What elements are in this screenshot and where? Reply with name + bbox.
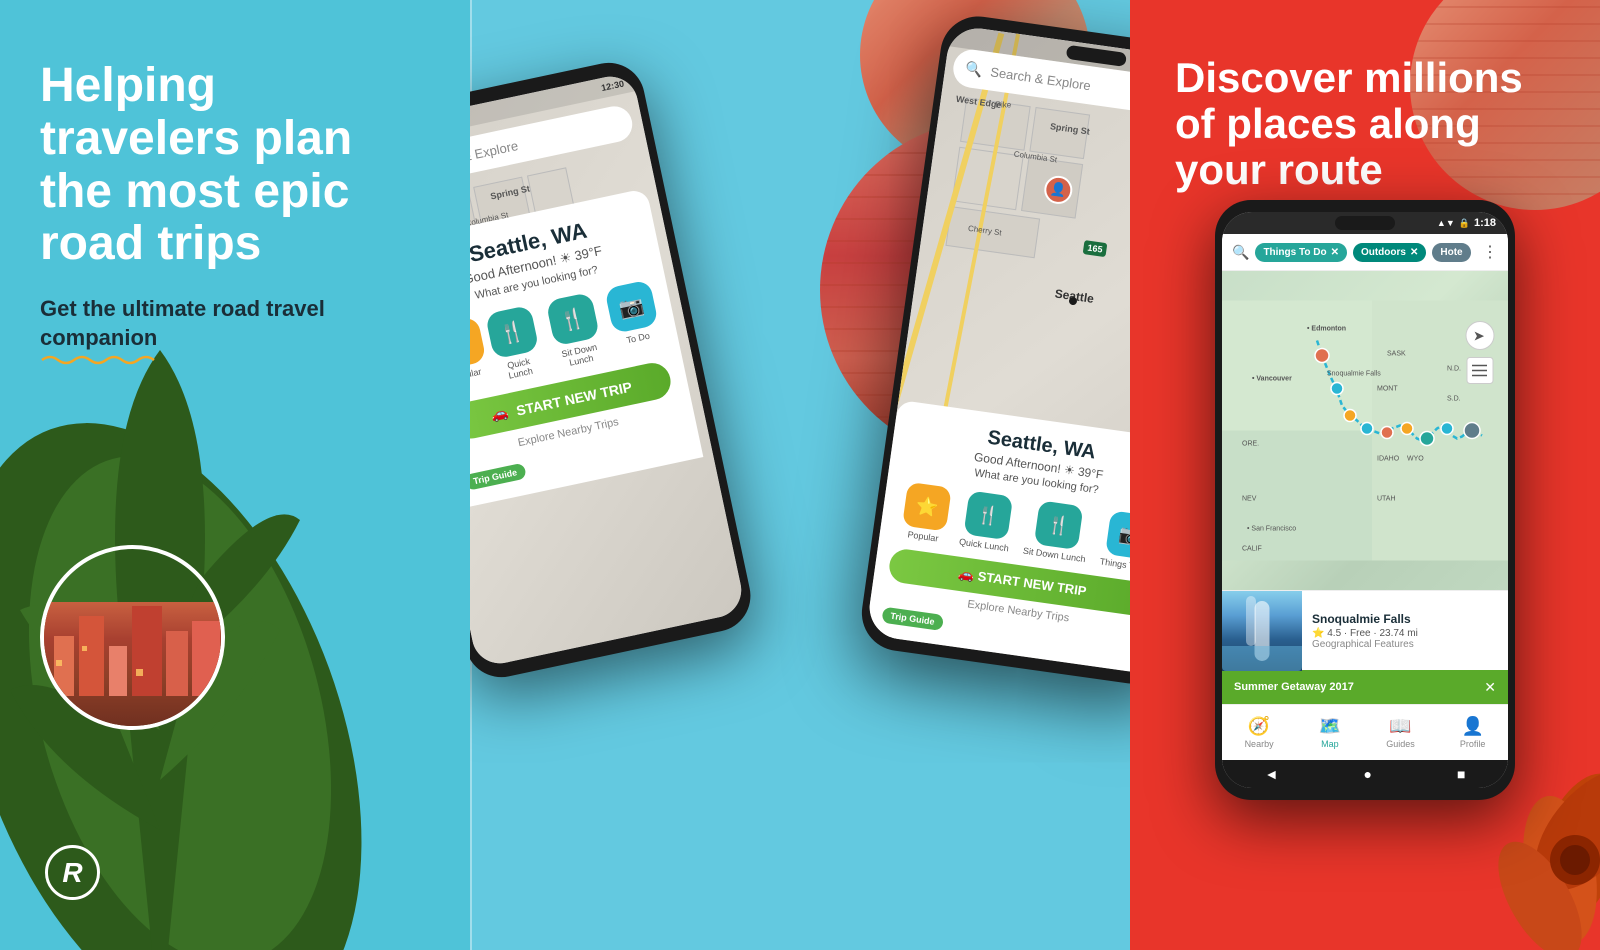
svg-text:CALIF: CALIF [1242, 546, 1262, 553]
back-button[interactable]: ◄ [1265, 766, 1279, 782]
waterfall-image [1222, 591, 1302, 671]
city-info-panel: Seattle, WA Good Afternoon! ☀ 39°F What … [470, 188, 703, 510]
place-rating: ⭐ 4.5 · Free · 23.74 mi [1312, 628, 1498, 639]
start-trip-label: START NEW TRIP [515, 378, 634, 418]
svg-text:• Vancouver: • Vancouver [1252, 376, 1292, 383]
filter-hotels[interactable]: Hote [1432, 243, 1470, 262]
recents-button[interactable]: ■ [1457, 766, 1465, 782]
bottom-nav: 🧭 Nearby 🗺️ Map 📖 Guides 👤 Profile [1222, 704, 1508, 760]
guides-label: Guides [1386, 739, 1415, 749]
squiggle-decoration-left [40, 352, 160, 368]
hotels-chip-label: Hote [1440, 247, 1462, 258]
sit-down-label: Sit Down Lunch [548, 339, 613, 372]
city-buildings-bg [44, 602, 221, 726]
right-text-block: Discover millions of places along your r… [1175, 55, 1555, 194]
sub-headline: Get the ultimate road travel companion [40, 295, 340, 352]
svg-text:S.D.: S.D. [1447, 396, 1461, 403]
svg-text:N.D.: N.D. [1447, 366, 1461, 373]
phone-right: ▲▼ 🔒 1:18 🔍 Things To Do ✕ Outdoors ✕ Ho… [1215, 200, 1515, 800]
svg-text:• San Francisco: • San Francisco [1247, 526, 1296, 533]
svg-text:ORE.: ORE. [1242, 441, 1259, 448]
middle-panel: Seattle Pike Columbia St Cherry St West … [470, 0, 1130, 950]
category-sit-down-lunch[interactable]: 🍴 Sit Down Lunch [537, 290, 613, 371]
left-panel: Helping travelers plan the most epic roa… [0, 0, 470, 950]
things-to-do-close-icon[interactable]: ✕ [1331, 247, 1339, 258]
place-thumbnail [1222, 591, 1302, 671]
phone-back: Seattle Pike Columbia St Cherry St West … [470, 56, 757, 684]
sit-down-icon-box: 🍴 [545, 292, 600, 347]
outdoors-close-icon[interactable]: ✕ [1410, 247, 1418, 258]
things-to-do-label: To Do [626, 331, 651, 346]
map-icon: 🗺️ [1319, 716, 1341, 737]
status-time: 1:18 [1474, 217, 1496, 229]
place-card[interactable]: Snoqualmie Falls ⭐ 4.5 · Free · 23.74 mi… [1222, 590, 1508, 670]
map-label: Map [1321, 739, 1339, 749]
rating-text: 4.5 · Free · 23.74 mi [1327, 628, 1418, 639]
place-name: Snoqualmie Falls [1312, 612, 1498, 626]
right-panel: Discover millions of places along your r… [1130, 0, 1600, 950]
profile-icon: 👤 [1461, 716, 1483, 737]
trip-name: Summer Getaway 2017 [1234, 681, 1484, 693]
svg-text:WYO: WYO [1407, 456, 1424, 463]
svg-text:UTAH: UTAH [1377, 496, 1396, 503]
nav-profile[interactable]: 👤 Profile [1460, 716, 1486, 749]
quick-lunch-icon-box: 🍴 [485, 305, 540, 360]
left-text-block: Helping travelers plan the most epic roa… [40, 60, 390, 373]
outdoors-chip-label: Outdoors [1361, 247, 1406, 258]
quick-lunch-label: Quick Lunch [493, 353, 546, 383]
svg-text:Snoqualmie Falls: Snoqualmie Falls [1327, 371, 1381, 378]
trip-banner-close-icon[interactable]: ✕ [1484, 679, 1496, 696]
category-quick-lunch[interactable]: 🍴 Quick Lunch [483, 304, 546, 383]
svg-text:SASK: SASK [1387, 351, 1406, 358]
app-logo: R [45, 845, 100, 900]
svg-text:MONT: MONT [1377, 386, 1398, 393]
category-things-to-do[interactable]: 📷 To Do [604, 279, 664, 357]
trip-guide-badge: Trip Guide [470, 463, 526, 491]
svg-text:➤: ➤ [1473, 328, 1485, 344]
filter-bar[interactable]: 🔍 Things To Do ✕ Outdoors ✕ Hote ⋮ [1222, 234, 1508, 271]
route-svg: • Edmonton • Vancouver Snoqualmie Falls … [1222, 271, 1508, 590]
city-photo-circle [40, 545, 225, 730]
nearby-icon: 🧭 [1248, 716, 1270, 737]
route-map: • Edmonton • Vancouver Snoqualmie Falls … [1222, 271, 1508, 590]
trip-banner[interactable]: Summer Getaway 2017 ✕ [1222, 670, 1508, 704]
profile-label: Profile [1460, 739, 1486, 749]
filter-things-to-do[interactable]: Things To Do ✕ [1255, 243, 1347, 262]
phone-right-notch [1335, 216, 1395, 230]
guides-icon: 📖 [1389, 716, 1411, 737]
nav-nearby[interactable]: 🧭 Nearby [1245, 716, 1274, 749]
nearby-label: Nearby [1245, 739, 1274, 749]
phone-back-screen: Seattle Pike Columbia St Cherry St West … [470, 72, 746, 669]
more-options-icon[interactable]: ⋮ [1482, 242, 1498, 262]
nav-guides[interactable]: 📖 Guides [1386, 716, 1415, 749]
place-info: Snoqualmie Falls ⭐ 4.5 · Free · 23.74 mi… [1302, 604, 1508, 658]
popular-label: Popular [470, 366, 482, 382]
right-headline: Discover millions of places along your r… [1175, 55, 1555, 194]
home-button[interactable]: ● [1363, 766, 1371, 782]
star-icon: ⭐ [1312, 628, 1324, 639]
svg-text:IDAHO: IDAHO [1377, 456, 1400, 463]
car-icon: 🚗 [490, 404, 511, 424]
logo-letter: R [62, 857, 82, 889]
things-to-do-icon-box: 📷 [604, 279, 659, 334]
android-nav: ◄ ● ■ [1222, 760, 1508, 788]
main-headline: Helping travelers plan the most epic roa… [40, 60, 390, 271]
place-type: Geographical Features [1312, 639, 1498, 650]
svg-text:• Edmonton: • Edmonton [1307, 326, 1346, 333]
things-to-do-chip-label: Things To Do [1263, 247, 1326, 258]
search-icon-right: 🔍 [1232, 244, 1249, 261]
filter-outdoors[interactable]: Outdoors ✕ [1353, 243, 1426, 262]
nav-map[interactable]: 🗺️ Map [1319, 716, 1341, 749]
svg-text:NEV: NEV [1242, 496, 1257, 503]
phone-right-screen: ▲▼ 🔒 1:18 🔍 Things To Do ✕ Outdoors ✕ Ho… [1222, 212, 1508, 788]
